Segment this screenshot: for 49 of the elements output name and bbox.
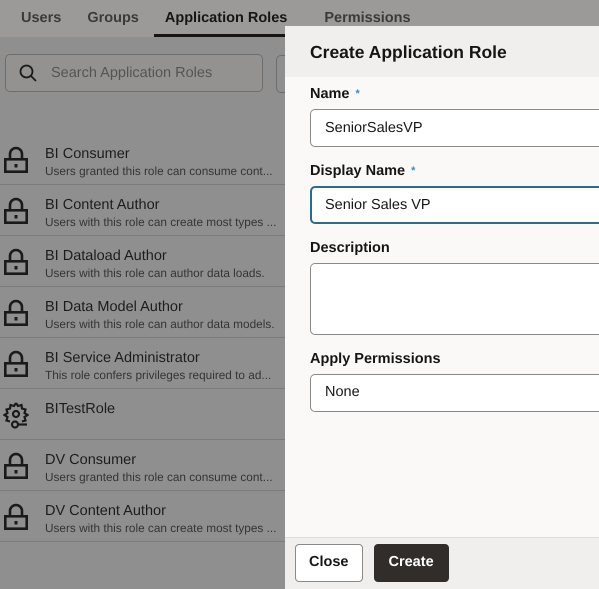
text-field[interactable]: Senior Sales VP: [310, 186, 599, 224]
tab[interactable]: Permissions: [324, 0, 411, 37]
role-name: DV Consumer: [45, 452, 138, 469]
padlock-icon: [3, 452, 29, 480]
role-description: This role confers privileges required to ad...: [45, 367, 272, 383]
padlock-icon: [3, 248, 29, 276]
role-name: BI Dataload Author: [45, 248, 168, 265]
role-name: BI Content Author: [45, 197, 160, 214]
role-list-item[interactable]: BI Consumer Users granted this role can consume cont...: [0, 134, 285, 185]
field-label: Display Name: [310, 163, 406, 179]
role-description: Users with this role can create most types ...: [45, 214, 276, 230]
search-field[interactable]: Search Application Roles: [5, 54, 263, 92]
padlock-icon: [3, 197, 29, 225]
role-description: Users with this role can create most types ...: [45, 520, 276, 536]
role-name: BI Consumer: [45, 146, 131, 163]
role-name: BI Service Administrator: [45, 350, 201, 367]
role-name: BITestRole: [45, 401, 116, 418]
gear-key-icon: [3, 401, 29, 429]
create-button[interactable]: Create: [374, 544, 449, 582]
role-list-item[interactable]: DV Consumer Users granted this role can consume cont...: [0, 440, 285, 491]
role-name: DV Content Author: [45, 503, 167, 520]
padlock-icon: [3, 503, 29, 531]
description-field[interactable]: [310, 263, 599, 335]
required-mark: *: [356, 88, 360, 100]
role-list-item[interactable]: BI Dataload Author Users with this role can author data loads.: [0, 236, 285, 287]
field-label: Apply Permissions: [310, 351, 441, 367]
dialog-title: Create Application Role: [310, 42, 508, 63]
role-description: Users with this role can author data loads.: [45, 265, 265, 281]
tab[interactable]: Groups: [87, 0, 139, 37]
tab[interactable]: Users: [21, 0, 62, 37]
padlock-icon: [3, 146, 29, 174]
required-mark: *: [411, 165, 416, 177]
padlock-icon: [3, 299, 29, 327]
role-list-item[interactable]: BI Data Model Author Users with this role can author data models.: [0, 287, 285, 338]
role-name: BI Data Model Author: [45, 299, 184, 316]
close-button[interactable]: Close: [295, 544, 362, 582]
role-description: Users granted this role can consume cont...: [45, 469, 273, 485]
field-label: Description: [310, 240, 390, 256]
field-label: Name: [310, 86, 350, 102]
search-icon: [19, 64, 37, 82]
role-description: Users granted this role can consume cont...: [45, 163, 273, 179]
role-list-item[interactable]: BI Service Administrator This role confers privileges required to ad...: [0, 338, 285, 389]
padlock-icon: [3, 350, 29, 378]
role-list-item[interactable]: BI Content Author Users with this role can create most types ...: [0, 185, 285, 236]
role-list-item[interactable]: BITestRole: [0, 389, 285, 440]
role-list-item[interactable]: DV Content Author Users with this role can create most types ...: [0, 491, 285, 542]
text-field[interactable]: SeniorSalesVP: [310, 109, 599, 147]
permissions-select[interactable]: None: [310, 374, 599, 412]
role-description: Users with this role can author data models.: [45, 316, 274, 332]
